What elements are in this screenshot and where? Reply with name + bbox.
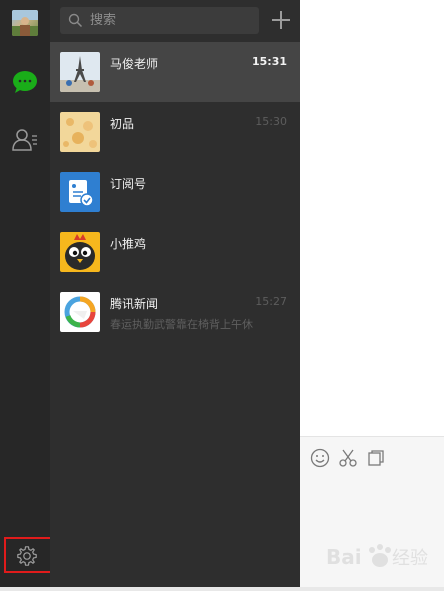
chat-item[interactable]: 小推鸡 <box>50 222 300 282</box>
chat-avatar <box>60 112 100 152</box>
chat-preview: 春运执勤武警靠在椅背上午休 <box>110 318 253 331</box>
chat-list: 马俊老师 15:31 初品 15:30 订阅号 小推鸡 腾讯新闻 15:27 春… <box>50 42 300 342</box>
chat-avatar <box>60 232 100 272</box>
chat-name: 马俊老师 <box>110 57 159 71</box>
chat-list-panel: 马俊老师 15:31 初品 15:30 <box>50 0 300 587</box>
scissors-icon[interactable] <box>338 448 358 468</box>
chat-item[interactable]: 腾讯新闻 15:27 春运执勤武警靠在椅背上午休 <box>50 282 300 342</box>
subscription-icon <box>60 172 100 212</box>
chat-avatar <box>60 52 100 92</box>
sidebar <box>0 0 61 587</box>
svg-text:经验: 经验 <box>392 548 428 569</box>
chat-name: 初品 <box>110 117 135 131</box>
chat-avatar <box>60 292 100 332</box>
contacts-icon[interactable] <box>11 126 39 154</box>
search-icon <box>68 13 83 28</box>
file-icon[interactable] <box>366 448 386 468</box>
chat-item[interactable]: 订阅号 <box>50 162 300 222</box>
search-input[interactable] <box>90 7 250 34</box>
chat-time: 15:30 <box>255 115 287 128</box>
add-chat-button[interactable] <box>269 8 293 32</box>
chat-item[interactable]: 初品 15:30 <box>50 102 300 162</box>
baidu-watermark-logo: Bai 经验 <box>324 538 444 578</box>
search-box[interactable] <box>60 7 259 34</box>
chat-name: 腾讯新闻 <box>110 297 159 311</box>
chat-content-area <box>300 0 444 588</box>
chat-name: 订阅号 <box>110 177 147 191</box>
bottom-border <box>0 587 444 591</box>
chat-bubble-icon[interactable] <box>11 68 39 96</box>
chat-time: 15:27 <box>255 295 287 308</box>
emoji-icon[interactable] <box>310 448 330 468</box>
chat-time: 15:31 <box>251 55 287 68</box>
chat-name: 小推鸡 <box>110 237 147 251</box>
gear-icon[interactable] <box>16 545 38 567</box>
plus-icon <box>272 11 290 29</box>
chat-item[interactable]: 马俊老师 15:31 <box>50 42 300 102</box>
svg-text:Bai: Bai <box>326 545 362 569</box>
avatar[interactable] <box>12 10 38 36</box>
